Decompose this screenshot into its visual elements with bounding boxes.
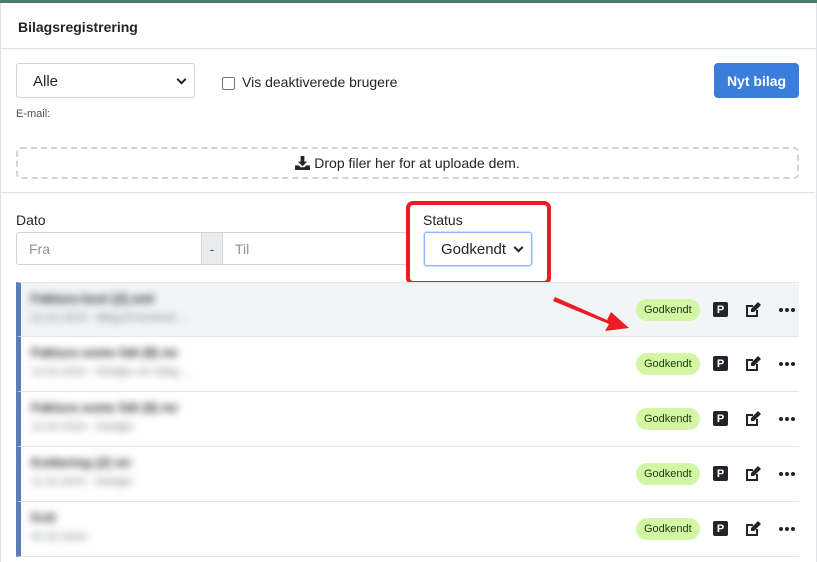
row-subtitle: 12.02.2024 - Detaljer om bilag ... (31, 366, 191, 378)
edit-icon[interactable] (744, 355, 762, 373)
dropzone-text: Drop filer her for at uploade dem. (314, 155, 520, 171)
date-to-placeholder: Til (235, 241, 250, 257)
row-subtitle: 01.02.2024 (31, 531, 87, 543)
card-title: Bilagsregistrering (18, 19, 138, 35)
row-title: Faktura some lidt (6) mr (31, 400, 179, 415)
row-title: Faktura some lidt (8) mr (31, 345, 179, 360)
row-subtitle: 01-01-2024 - Bilag til kontoret ... (31, 312, 188, 324)
row-subtitle: 11.02.2024 - Detaljer (31, 476, 133, 488)
edit-icon[interactable] (744, 301, 762, 319)
date-range-separator: - (201, 232, 223, 265)
row-title: Kvit (31, 510, 56, 525)
table-row[interactable]: Faktura kost (2).xml 01-01-2024 - Bilag … (16, 282, 799, 337)
section-divider (0, 192, 815, 193)
ellipsis-icon[interactable] (779, 527, 795, 531)
user-filter-select[interactable]: Alle (16, 63, 195, 98)
new-bilag-button[interactable]: Nyt bilag (714, 63, 799, 98)
annotation-highlight-box (406, 201, 551, 285)
edit-icon[interactable] (744, 465, 762, 483)
p-icon[interactable]: P (713, 356, 728, 371)
p-icon[interactable]: P (713, 411, 728, 426)
date-from-input[interactable]: Fra (16, 232, 202, 265)
date-to-input[interactable]: Til (222, 232, 407, 265)
ellipsis-icon[interactable] (779, 417, 795, 421)
status-badge: Godkendt (636, 518, 700, 540)
table-row[interactable]: Kvit 01.02.2024 Godkendt P (16, 502, 799, 557)
show-deactivated-checkbox[interactable] (222, 77, 235, 90)
p-icon[interactable]: P (713, 466, 728, 481)
edit-icon[interactable] (744, 410, 762, 428)
ellipsis-icon[interactable] (779, 472, 795, 476)
annotation-arrow-icon (553, 297, 629, 331)
file-dropzone[interactable]: Drop filer her for at uploade dem. (16, 147, 799, 179)
p-icon[interactable]: P (713, 521, 728, 536)
chevron-down-icon (176, 74, 187, 85)
ellipsis-icon[interactable] (779, 362, 795, 366)
status-badge: Godkendt (636, 299, 700, 321)
ellipsis-icon[interactable] (779, 308, 795, 312)
status-badge: Godkendt (636, 463, 700, 485)
row-title: Faktura kost (2).xml (31, 291, 154, 306)
p-icon[interactable]: P (713, 302, 728, 317)
download-tray-icon (295, 156, 311, 170)
user-filter-value: Alle (33, 73, 59, 90)
row-title: Kvittering (2) mr (31, 455, 132, 470)
date-from-placeholder: Fra (29, 241, 50, 257)
email-label: E-mail: (16, 108, 51, 120)
table-row[interactable]: Faktura some lidt (8) mr 12.02.2024 - De… (16, 337, 799, 392)
status-badge: Godkendt (636, 408, 700, 430)
table-row[interactable]: Kvittering (2) mr 11.02.2024 - Detaljer … (16, 447, 799, 502)
status-badge: Godkendt (636, 353, 700, 375)
date-label: Dato (16, 212, 46, 228)
table-row[interactable]: Faktura some lidt (6) mr 12.02.2024 - De… (16, 392, 799, 447)
row-subtitle: 12.02.2024 - Detaljer (31, 421, 134, 433)
edit-icon[interactable] (744, 520, 762, 538)
card-header: Bilagsregistrering (1, 3, 816, 49)
show-deactivated-label[interactable]: Vis deaktiverede brugere (242, 74, 397, 90)
